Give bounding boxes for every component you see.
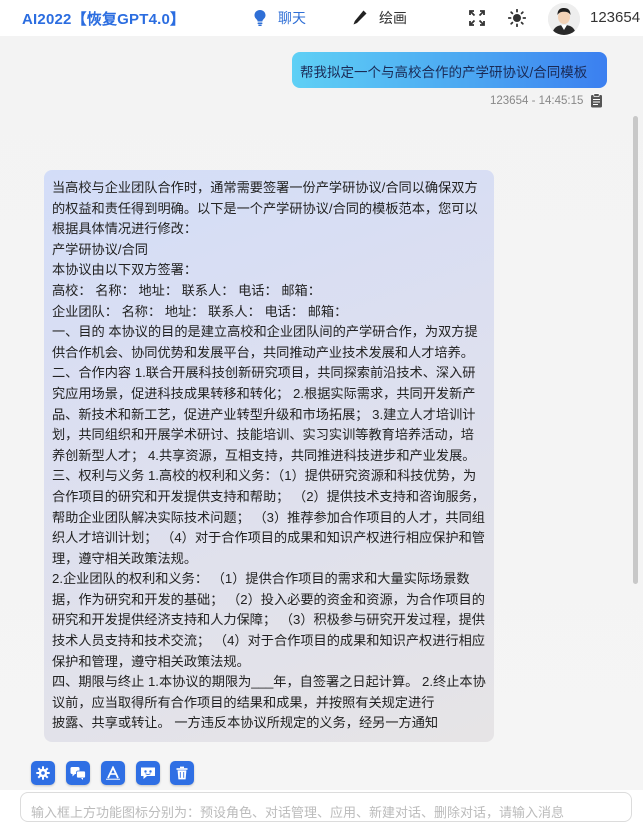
top-bar: AI2022【恢复GPT4.0】 聊天 绘画 123654	[0, 0, 643, 36]
message-input[interactable]: 输入框上方功能图标分别为：预设角色、对话管理、应用、新建对话、删除对话，请输入消…	[20, 792, 632, 822]
message-meta: 123654 - 14:45:15	[490, 93, 603, 108]
ai-paragraph: 三、权利与义务 1.高校的权利和义务：（1）提供研究资源和科技优势，为合作项目的…	[52, 468, 485, 566]
text-a-icon	[106, 766, 120, 780]
preset-role-button[interactable]	[31, 761, 55, 785]
delete-conversation-button[interactable]	[170, 761, 194, 785]
chat-bubbles-icon	[70, 767, 86, 780]
sun-icon[interactable]	[508, 9, 526, 27]
conversation-manager-button[interactable]	[66, 761, 90, 785]
scrollbar[interactable]	[633, 116, 638, 584]
ai-paragraph: 企业团队： 名称： 地址： 联系人： 电话： 邮箱：	[52, 303, 348, 319]
nav-chat[interactable]: 聊天	[253, 8, 306, 28]
apps-button[interactable]	[101, 761, 125, 785]
nav-draw-label: 绘画	[379, 10, 407, 26]
clipboard-icon[interactable]	[590, 93, 603, 108]
app-title[interactable]: AI2022【恢复GPT4.0】	[22, 8, 185, 29]
fullscreen-icon[interactable]	[468, 9, 486, 27]
lightbulb-icon	[254, 10, 266, 26]
ai-paragraph: 一、目的 本协议的目的是建立高校和企业团队间的产学研合作，为双方提供合作机会、协…	[52, 324, 478, 360]
ai-paragraph: 高校： 名称： 地址： 联系人： 电话： 邮箱：	[52, 282, 321, 298]
gear-icon	[36, 766, 50, 780]
ai-paragraph: 披露、共享或转让。 一方违反本协议所规定的义务，经另一方通知	[52, 715, 439, 731]
trash-icon	[176, 766, 188, 780]
ai-paragraph: 本协议由以下双方签署：	[52, 262, 198, 278]
pencil-icon	[353, 10, 367, 25]
mask-icon	[141, 767, 155, 779]
ai-paragraph: 四、期限与终止 1.本协议的期限为___年，自签署之日起计算。 2.终止本协议前…	[52, 674, 486, 710]
ai-paragraph: 二、合作内容 1.联合开展科技创新研究项目，共同探索前沿技术、深入研究应用场景，…	[52, 365, 476, 463]
ai-paragraph: 产学研协议/合同	[52, 241, 148, 257]
avatar-person-icon	[548, 3, 580, 35]
message-timestamp: 123654 - 14:45:15	[490, 94, 584, 107]
username[interactable]: 123654	[590, 9, 640, 26]
chat-area[interactable]: 帮我拟定一个与高校合作的产学研协议/合同模板 123654 - 14:45:15…	[0, 36, 643, 790]
avatar[interactable]	[548, 3, 580, 35]
nav-draw[interactable]: 绘画	[352, 8, 407, 28]
new-conversation-button[interactable]	[136, 761, 160, 785]
ai-message-bubble: 当高校与企业团队合作时，通常需要签署一份产学研协议/合同以确保双方的权益和责任得…	[44, 170, 494, 743]
ai-paragraph: 2.企业团队的权利和义务： （1）提供合作项目的需求和大量实际场景数据，作为研究…	[52, 571, 485, 669]
ai-paragraph: 当高校与企业团队合作时，通常需要签署一份产学研协议/合同以确保双方的权益和责任得…	[52, 180, 478, 237]
user-message-bubble: 帮我拟定一个与高校合作的产学研协议/合同模板	[292, 52, 607, 88]
nav-chat-label: 聊天	[278, 10, 306, 26]
